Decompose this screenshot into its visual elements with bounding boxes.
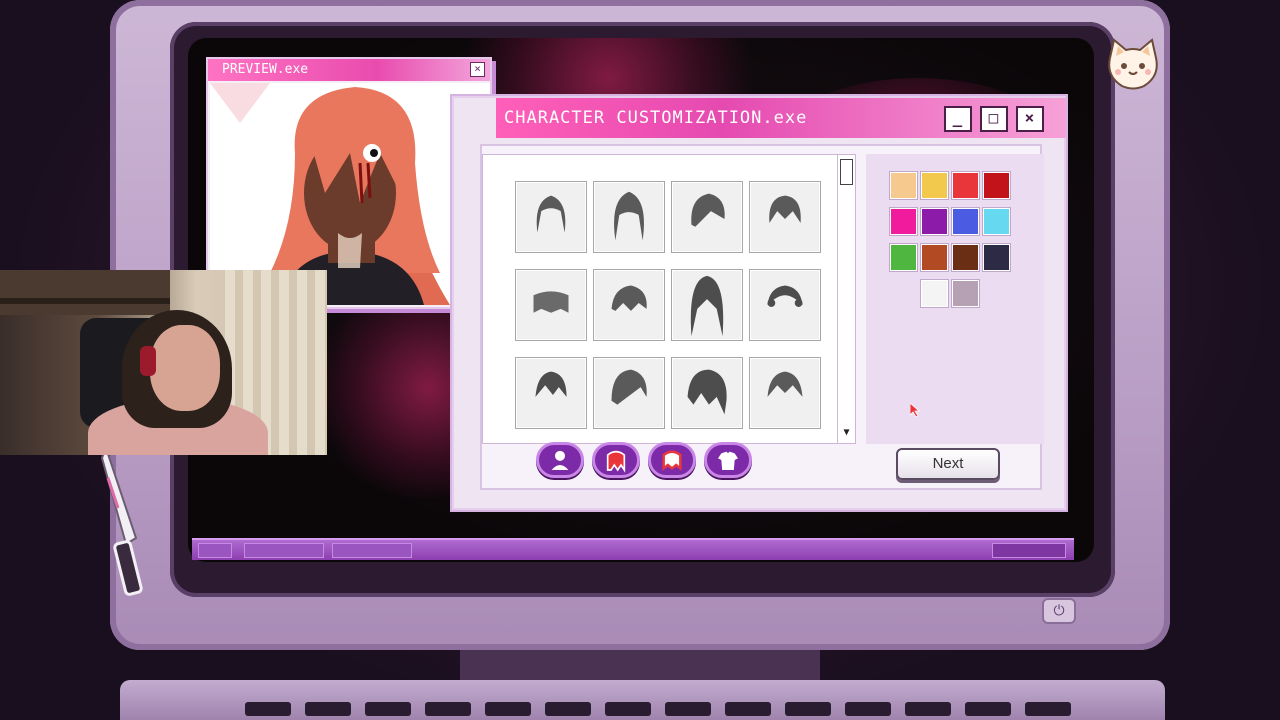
color-swatch-yellow[interactable]: [921, 172, 948, 199]
customization-title-bar[interactable]: CHARACTER CUSTOMIZATION.exe _ □ ×: [496, 98, 1066, 138]
minimize-button[interactable]: _: [944, 106, 972, 132]
keyboard-key: [305, 702, 351, 716]
scrollbar[interactable]: ▼: [837, 155, 855, 443]
cat-face-icon[interactable]: [1104, 36, 1162, 94]
color-swatch-rust[interactable]: [921, 244, 948, 271]
power-button[interactable]: ⏻: [1042, 598, 1076, 624]
preview-title: PREVIEW.exe: [222, 62, 309, 77]
preview-close-button[interactable]: ×: [470, 62, 485, 77]
body-category-button[interactable]: [536, 442, 584, 478]
color-swatch-white[interactable]: [921, 280, 948, 307]
outfit-category-button[interactable]: [704, 442, 752, 478]
color-palette: [866, 154, 1044, 444]
keyboard-key: [425, 702, 471, 716]
knife-decoration: [96, 445, 156, 598]
keyboard-key: [665, 702, 711, 716]
keyboard-key: [245, 702, 291, 716]
hair-style-option[interactable]: [515, 357, 587, 429]
hair-style-option[interactable]: [671, 269, 743, 341]
hair-style-option[interactable]: [593, 269, 665, 341]
next-button[interactable]: Next: [896, 448, 1000, 480]
webcam-overlay: [0, 270, 327, 455]
color-swatch-peach[interactable]: [890, 172, 917, 199]
taskbar-item[interactable]: [332, 543, 412, 558]
hair-style-panel: ▼: [482, 154, 856, 444]
maximize-button[interactable]: □: [980, 106, 1008, 132]
webcam-person-face: [150, 325, 220, 411]
color-swatch-blue[interactable]: [952, 208, 979, 235]
hair-style-option[interactable]: [593, 181, 665, 253]
hair-style-option[interactable]: [515, 181, 587, 253]
keyboard: [120, 680, 1165, 720]
keyboard-key: [605, 702, 651, 716]
monitor-stand: [460, 650, 820, 680]
color-swatch-red[interactable]: [952, 172, 979, 199]
scroll-down-arrow-icon[interactable]: ▼: [840, 427, 853, 441]
hair-back-category-button[interactable]: [648, 442, 696, 478]
color-swatch-green[interactable]: [890, 244, 917, 271]
color-swatch-gray[interactable]: [952, 280, 979, 307]
color-swatch-magenta[interactable]: [890, 208, 917, 235]
hair-style-option[interactable]: [671, 181, 743, 253]
color-swatch-purple[interactable]: [921, 208, 948, 235]
headset-icon: [140, 346, 156, 376]
keyboard-key: [485, 702, 531, 716]
system-tray: [992, 543, 1066, 558]
hair-front-category-button[interactable]: [592, 442, 640, 478]
keyboard-key: [965, 702, 1011, 716]
keyboard-key: [845, 702, 891, 716]
color-swatch-dark-red[interactable]: [983, 172, 1010, 199]
game-scene: ⏻ PREVIEW.exe × CHARACTER CUSTOMIZATION.…: [0, 0, 1280, 720]
mouse-cursor-icon: [909, 402, 921, 418]
taskbar-item[interactable]: [244, 543, 324, 558]
color-swatch-cyan[interactable]: [983, 208, 1010, 235]
preview-title-bar[interactable]: PREVIEW.exe ×: [208, 59, 490, 81]
category-bar: [536, 442, 776, 482]
keyboard-key: [365, 702, 411, 716]
hair-style-option[interactable]: [515, 269, 587, 341]
scrollbar-thumb[interactable]: [840, 159, 853, 185]
hair-style-option[interactable]: [749, 357, 821, 429]
hair-style-option[interactable]: [749, 181, 821, 253]
customization-window: CHARACTER CUSTOMIZATION.exe _ □ × ▼ Next: [452, 96, 1066, 510]
keyboard-key: [725, 702, 771, 716]
taskbar: [192, 538, 1074, 560]
start-button[interactable]: [198, 543, 232, 558]
customization-title: CHARACTER CUSTOMIZATION.exe: [504, 108, 808, 128]
keyboard-key: [1025, 702, 1071, 716]
color-swatch-brown[interactable]: [952, 244, 979, 271]
keyboard-key: [545, 702, 591, 716]
hair-style-option[interactable]: [671, 357, 743, 429]
color-swatch-navy[interactable]: [983, 244, 1010, 271]
keyboard-key: [905, 702, 951, 716]
keyboard-key: [785, 702, 831, 716]
close-button[interactable]: ×: [1016, 106, 1044, 132]
hair-style-option[interactable]: [593, 357, 665, 429]
customization-content: ▼: [480, 144, 1044, 490]
hair-style-option[interactable]: [749, 269, 821, 341]
webcam-bookshelf: [0, 270, 170, 315]
webcam-shelf: [0, 298, 170, 304]
